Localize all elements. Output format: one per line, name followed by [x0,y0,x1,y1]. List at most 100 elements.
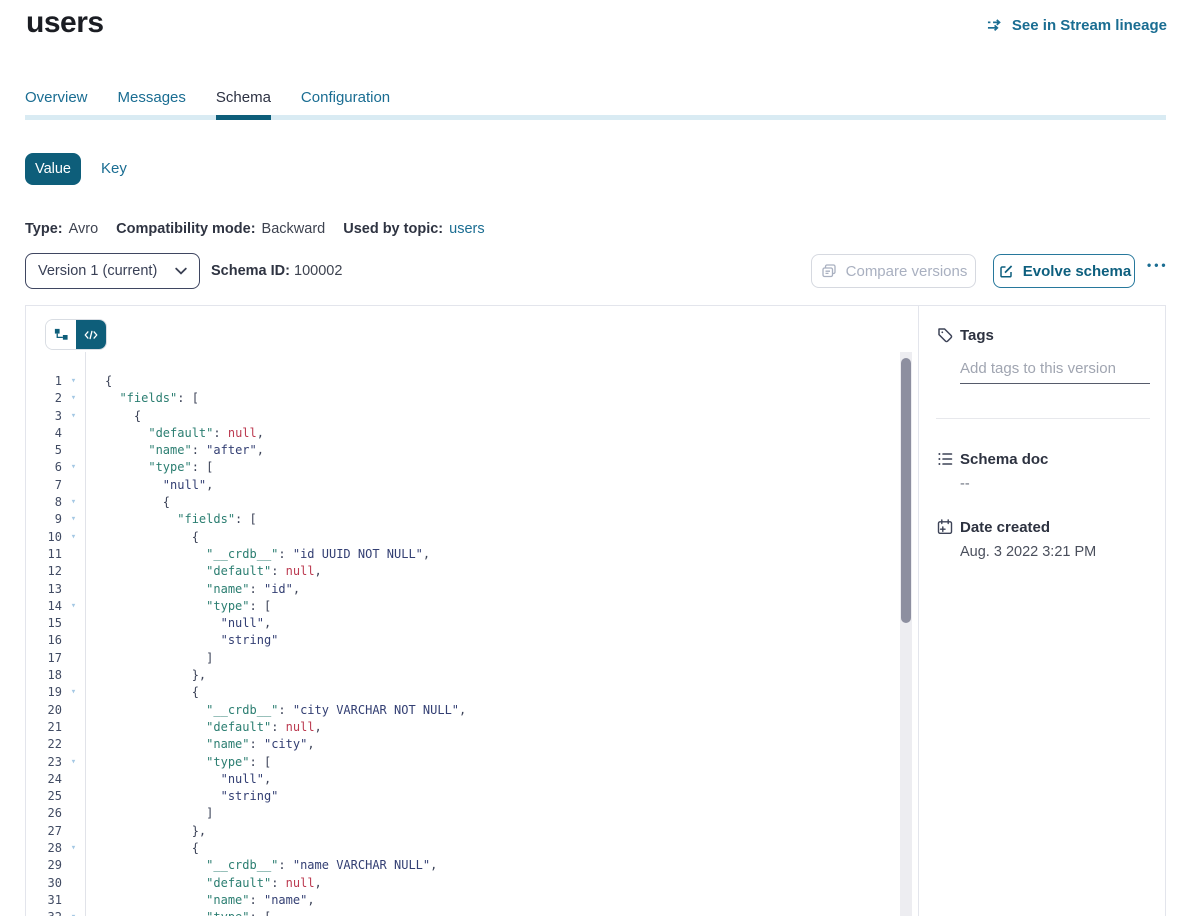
code-line: 2▾ "fields": [ [26,390,918,407]
fold-icon[interactable]: ▾ [62,390,85,407]
date-created-value: Aug. 3 2022 3:21 PM [960,544,1096,560]
code-text: "null", [85,615,271,632]
code-line: 13 "name": "id", [26,581,918,598]
line-number: 24 [26,771,62,788]
line-number: 23 [26,754,62,771]
line-number: 21 [26,719,62,736]
line-number: 31 [26,892,62,909]
line-number: 14 [26,598,62,615]
code-text: }, [85,667,206,684]
version-select-value: Version 1 (current) [38,263,175,279]
schema-doc-icon [936,450,954,468]
code-line: 5 "name": "after", [26,442,918,459]
used-by-topic-link[interactable]: users [449,221,484,237]
code-text: }, [85,823,206,840]
line-number: 2 [26,390,62,407]
code-text: "type": [ [85,909,271,916]
tags-section-header: Tags [936,326,994,344]
key-toggle-button[interactable]: Key [101,160,127,177]
code-line: 20 "__crdb__": "city VARCHAR NOT NULL", [26,702,918,719]
code-text: "null", [85,771,271,788]
schema-doc-title: Schema doc [960,451,1048,468]
tab-schema[interactable]: Schema [216,88,271,108]
code-text: { [85,408,141,425]
code-text: { [85,373,112,390]
code-view-button[interactable] [76,320,106,349]
page-title: users [26,6,104,40]
line-number: 32 [26,909,62,916]
fold-spacer [62,805,85,822]
code-text: "fields": [ [85,511,257,528]
code-line: 16 "string" [26,632,918,649]
date-created-icon [936,518,954,536]
line-number: 4 [26,425,62,442]
code-line: 9▾ "fields": [ [26,511,918,528]
scrollbar-thumb[interactable] [901,358,911,623]
stream-lineage-link[interactable]: See in Stream lineage [987,16,1167,34]
tree-view-button[interactable] [46,320,76,349]
schema-doc-header: Schema doc [936,450,1048,468]
fold-icon[interactable]: ▾ [62,840,85,857]
fold-spacer [62,875,85,892]
code-line: 17 ] [26,650,918,667]
code-line: 29 "__crdb__": "name VARCHAR NULL", [26,857,918,874]
line-number: 12 [26,563,62,580]
code-line: 14▾ "type": [ [26,598,918,615]
editor-scrollbar[interactable] [900,352,912,916]
code-text: "default": null, [85,875,322,892]
more-actions-button[interactable]: ••• [1147,258,1169,272]
sidebar-divider [936,418,1150,419]
line-number: 11 [26,546,62,563]
tab-configuration[interactable]: Configuration [301,88,390,108]
stream-lineage-label: See in Stream lineage [1012,17,1167,34]
line-number: 25 [26,788,62,805]
code-line: 22 "name": "city", [26,736,918,753]
fold-icon[interactable]: ▾ [62,459,85,476]
fold-icon[interactable]: ▾ [62,684,85,701]
editor-view-toggle [45,319,107,350]
fold-spacer [62,719,85,736]
fold-icon[interactable]: ▾ [62,909,85,916]
fold-icon[interactable]: ▾ [62,373,85,390]
compare-versions-label: Compare versions [846,263,968,280]
fold-icon[interactable]: ▾ [62,529,85,546]
fold-icon[interactable]: ▾ [62,494,85,511]
code-line: 27 }, [26,823,918,840]
fold-spacer [62,546,85,563]
code-editor[interactable]: 1▾{2▾ "fields": [3▾ {4 "default": null,5… [26,352,918,916]
add-tags-input[interactable] [960,354,1150,384]
chevron-down-icon [175,263,187,279]
code-text: "default": null, [85,563,322,580]
evolve-icon [997,262,1015,280]
code-text: "name": "name", [85,892,315,909]
code-lines: 1▾{2▾ "fields": [3▾ {4 "default": null,5… [26,373,918,916]
code-line: 32▾ "type": [ [26,909,918,916]
fold-icon[interactable]: ▾ [62,511,85,528]
line-number: 17 [26,650,62,667]
fold-icon[interactable]: ▾ [62,754,85,771]
schema-id-label: Schema ID: [211,263,290,279]
schema-id-value: 100002 [294,263,342,279]
code-line: 25 "string" [26,788,918,805]
line-number: 3 [26,408,62,425]
compare-versions-button[interactable]: Compare versions [811,254,976,288]
tab-overview[interactable]: Overview [25,88,88,108]
schema-sidebar: Tags Schema doc -- Dat [919,306,1165,916]
used-by-topic-label: Used by topic: [343,221,443,237]
fold-icon[interactable]: ▾ [62,598,85,615]
code-line: 1▾{ [26,373,918,390]
date-created-header: Date created [936,518,1050,536]
value-toggle-button[interactable]: Value [25,153,81,185]
code-line: 6▾ "type": [ [26,459,918,476]
tab-messages[interactable]: Messages [118,88,186,108]
line-number: 7 [26,477,62,494]
fold-icon[interactable]: ▾ [62,408,85,425]
code-line: 24 "null", [26,771,918,788]
line-number: 18 [26,667,62,684]
line-number: 22 [26,736,62,753]
evolve-schema-button[interactable]: Evolve schema [993,254,1135,288]
code-view-icon [82,326,100,344]
schema-id: Schema ID: 100002 [211,263,342,279]
version-select[interactable]: Version 1 (current) [25,253,200,289]
code-line: 28▾ { [26,840,918,857]
